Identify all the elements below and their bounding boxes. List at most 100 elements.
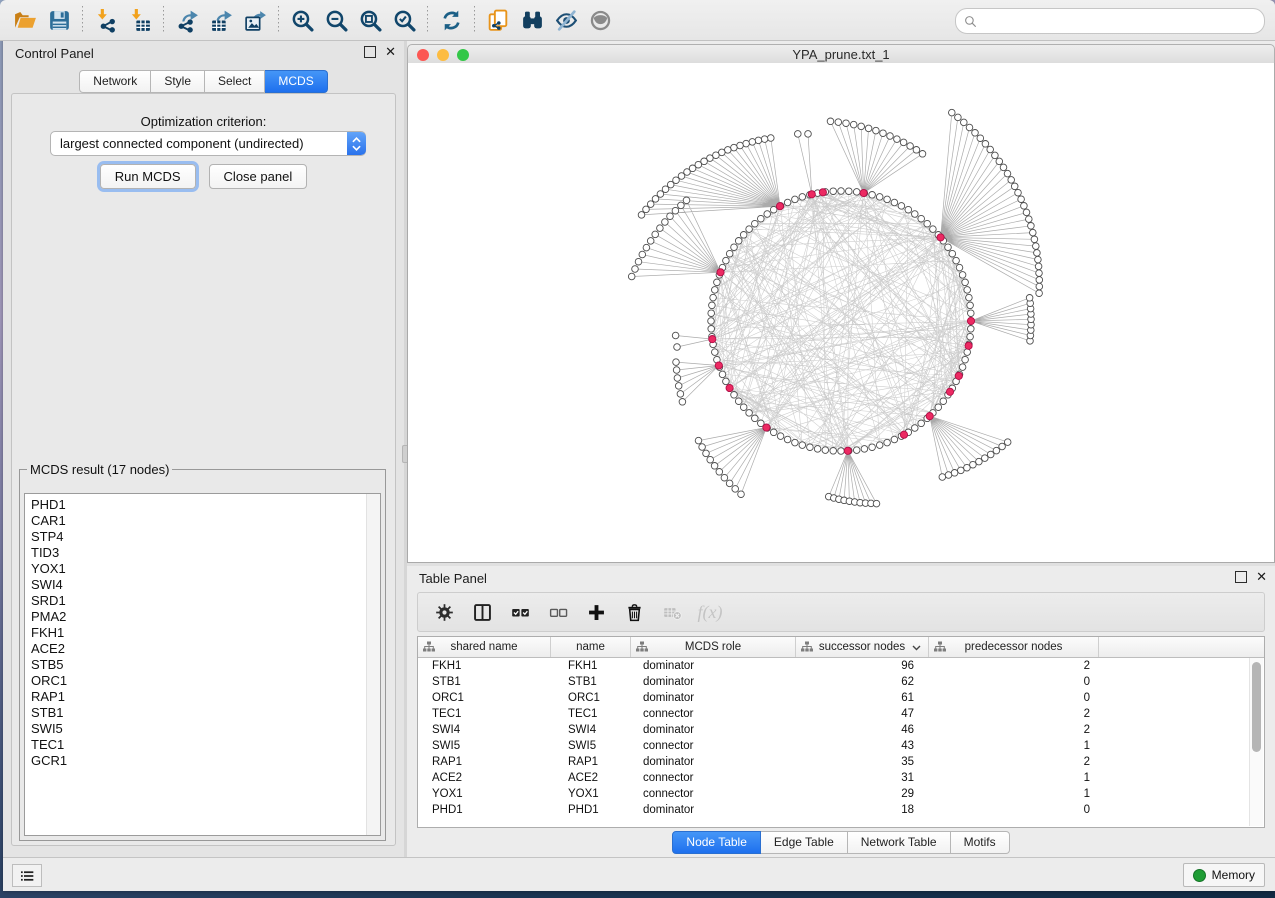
panel-menu-button[interactable] bbox=[12, 864, 42, 887]
graph-node[interactable] bbox=[1033, 243, 1040, 250]
column-header-name[interactable]: name bbox=[551, 637, 631, 657]
graph-node[interactable] bbox=[708, 318, 715, 325]
table-tab-motifs[interactable]: Motifs bbox=[951, 831, 1010, 854]
graph-node[interactable] bbox=[799, 442, 806, 449]
mcds-result-item[interactable]: PHD1 bbox=[25, 497, 380, 513]
graph-node[interactable] bbox=[1034, 250, 1041, 257]
graph-node[interactable] bbox=[784, 436, 791, 443]
open-session-button[interactable] bbox=[8, 4, 42, 36]
mcds-result-item[interactable]: ACE2 bbox=[25, 641, 380, 657]
graph-node[interactable] bbox=[1011, 183, 1018, 190]
graph-node[interactable] bbox=[709, 302, 716, 309]
graph-node[interactable] bbox=[699, 444, 706, 451]
graph-hub-node[interactable] bbox=[926, 413, 933, 420]
table-row[interactable]: FKH1FKH1dominator962 bbox=[418, 658, 1264, 674]
graph-node[interactable] bbox=[746, 410, 753, 417]
column-header-shared-name[interactable]: shared name bbox=[418, 637, 551, 657]
mcds-result-item[interactable]: GCR1 bbox=[25, 753, 380, 769]
graph-node[interactable] bbox=[956, 264, 963, 271]
column-header-successor-nodes[interactable]: successor nodes bbox=[796, 637, 929, 657]
graph-node[interactable] bbox=[964, 464, 971, 471]
graph-node[interactable] bbox=[1018, 196, 1025, 203]
graph-node[interactable] bbox=[949, 109, 956, 116]
graph-node[interactable] bbox=[752, 415, 759, 422]
graph-node[interactable] bbox=[1036, 277, 1043, 284]
tab-mcds[interactable]: MCDS bbox=[265, 70, 327, 93]
scrollbar-thumb[interactable] bbox=[1252, 662, 1261, 752]
graph-node[interactable] bbox=[673, 359, 680, 366]
graph-node[interactable] bbox=[962, 279, 969, 286]
graph-hub-node[interactable] bbox=[860, 189, 867, 196]
graph-node[interactable] bbox=[764, 211, 771, 218]
graph-node[interactable] bbox=[703, 450, 710, 457]
graph-node[interactable] bbox=[830, 188, 837, 195]
graph-node[interactable] bbox=[939, 474, 946, 481]
graph-node[interactable] bbox=[880, 130, 887, 137]
graph-node[interactable] bbox=[657, 225, 664, 232]
graph-node[interactable] bbox=[891, 199, 898, 206]
graph-node[interactable] bbox=[1023, 209, 1030, 216]
graph-node[interactable] bbox=[673, 367, 680, 374]
graph-node[interactable] bbox=[887, 133, 894, 140]
graph-hub-node[interactable] bbox=[717, 269, 724, 276]
graph-node[interactable] bbox=[959, 272, 966, 279]
graph-node[interactable] bbox=[843, 120, 850, 127]
graph-node[interactable] bbox=[784, 199, 791, 206]
graph-node[interactable] bbox=[1028, 223, 1035, 230]
select-all-columns-button[interactable] bbox=[506, 598, 534, 626]
graph-node[interactable] bbox=[935, 404, 942, 411]
graph-node[interactable] bbox=[865, 125, 872, 132]
graph-node[interactable] bbox=[873, 127, 880, 134]
graph-node[interactable] bbox=[970, 461, 977, 468]
graph-node[interactable] bbox=[982, 455, 989, 462]
export-network-button[interactable] bbox=[170, 4, 204, 36]
tab-select[interactable]: Select bbox=[205, 70, 265, 93]
delete-table-button[interactable] bbox=[658, 598, 686, 626]
graph-node[interactable] bbox=[743, 140, 750, 147]
graph-node[interactable] bbox=[639, 251, 646, 258]
graph-node[interactable] bbox=[726, 480, 733, 487]
graph-node[interactable] bbox=[714, 279, 721, 286]
graph-node[interactable] bbox=[738, 491, 745, 498]
graph-node[interactable] bbox=[822, 447, 829, 454]
graph-node[interactable] bbox=[949, 250, 956, 257]
graph-node[interactable] bbox=[919, 151, 926, 158]
graph-node[interactable] bbox=[959, 364, 966, 371]
graph-node[interactable] bbox=[982, 141, 989, 148]
graph-node[interactable] bbox=[761, 136, 768, 143]
graph-hub-node[interactable] bbox=[965, 342, 972, 349]
graph-node[interactable] bbox=[967, 302, 974, 309]
deselect-all-columns-button[interactable] bbox=[544, 598, 572, 626]
close-panel-icon[interactable]: ✕ bbox=[385, 47, 396, 57]
column-header-mcds-role[interactable]: MCDS role bbox=[631, 637, 796, 657]
graph-node[interactable] bbox=[1036, 290, 1043, 297]
graph-node[interactable] bbox=[955, 114, 962, 121]
graph-node[interactable] bbox=[628, 273, 635, 280]
graph-node[interactable] bbox=[710, 294, 717, 301]
graph-node[interactable] bbox=[958, 467, 965, 474]
graph-node[interactable] bbox=[662, 219, 669, 226]
table-tab-node-table[interactable]: Node Table bbox=[672, 831, 761, 854]
graph-node[interactable] bbox=[674, 344, 681, 351]
graph-node[interactable] bbox=[749, 139, 756, 146]
mcds-result-item[interactable]: SWI4 bbox=[25, 577, 380, 593]
graph-node[interactable] bbox=[869, 444, 876, 451]
mcds-list-scrollbar[interactable] bbox=[366, 494, 380, 835]
graph-node[interactable] bbox=[898, 203, 905, 210]
search-input[interactable] bbox=[983, 13, 1256, 29]
graph-node[interactable] bbox=[814, 446, 821, 453]
graph-node[interactable] bbox=[712, 287, 719, 294]
graph-node[interactable] bbox=[968, 326, 975, 333]
graph-hub-node[interactable] bbox=[819, 189, 826, 196]
graph-node[interactable] bbox=[858, 123, 865, 130]
zoom-selected-button[interactable] bbox=[387, 4, 421, 36]
mcds-result-item[interactable]: PMA2 bbox=[25, 609, 380, 625]
float-panel-icon[interactable] bbox=[1235, 571, 1247, 583]
graph-node[interactable] bbox=[1035, 256, 1042, 263]
graph-hub-node[interactable] bbox=[726, 384, 733, 391]
graph-node[interactable] bbox=[987, 146, 994, 153]
graph-node[interactable] bbox=[1036, 283, 1043, 290]
graph-node[interactable] bbox=[707, 456, 714, 463]
graph-node[interactable] bbox=[993, 447, 1000, 454]
graph-node[interactable] bbox=[1026, 216, 1033, 223]
